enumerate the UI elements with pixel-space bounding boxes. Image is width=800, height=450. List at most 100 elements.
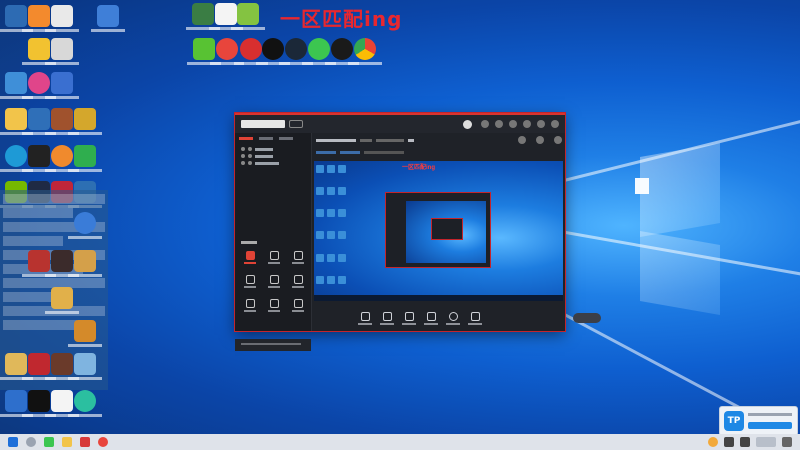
file-icon[interactable] (91, 5, 125, 32)
orange-circle-icon[interactable] (45, 145, 79, 172)
edge-icon[interactable] (0, 145, 33, 172)
preview-title-text: 一区匹配ing (402, 165, 435, 171)
game7-icon[interactable] (0, 353, 33, 380)
app-titlebar[interactable] (235, 115, 565, 133)
iqiyi-icon[interactable] (187, 38, 221, 65)
preview-area: 一区匹配ing (312, 133, 601, 331)
media-folder-icon[interactable] (0, 5, 33, 32)
headphone-icon[interactable] (68, 390, 102, 417)
document-icon[interactable] (209, 3, 243, 30)
app-taskbar-icon[interactable] (80, 437, 90, 447)
menu-icon[interactable] (509, 120, 517, 128)
tp-notification-popup[interactable]: TP (719, 406, 798, 436)
control-button[interactable] (380, 311, 394, 325)
tool-button[interactable] (239, 299, 261, 315)
close-icon[interactable] (551, 120, 559, 128)
pink-app-icon[interactable] (22, 72, 56, 99)
system-tray (708, 437, 800, 447)
pvp-icon[interactable] (45, 287, 79, 314)
tab-scene[interactable] (239, 137, 253, 140)
game3-icon[interactable] (22, 250, 56, 277)
tool-button[interactable] (263, 275, 285, 291)
speaker-button[interactable] (468, 311, 482, 325)
tool-button[interactable] (287, 299, 309, 315)
folder-icon[interactable] (0, 108, 33, 135)
share-icon[interactable] (45, 72, 79, 99)
maximize-icon[interactable] (537, 120, 545, 128)
clock[interactable] (756, 437, 776, 447)
league-icon[interactable] (68, 108, 102, 135)
weather-icon[interactable] (708, 437, 718, 447)
valorant-icon[interactable] (22, 353, 56, 380)
steam-icon[interactable] (279, 38, 313, 65)
game6-icon[interactable] (45, 353, 79, 380)
folder-taskbar-icon[interactable] (62, 437, 72, 447)
tool-button[interactable] (287, 275, 309, 291)
taskbar (0, 434, 800, 450)
pt-app-icon[interactable] (231, 3, 265, 30)
mic-button[interactable] (446, 311, 460, 325)
search-icon[interactable] (26, 437, 36, 447)
notification-icon[interactable] (782, 437, 792, 447)
qq-icon[interactable] (325, 38, 359, 65)
game-icon[interactable] (45, 108, 79, 135)
steam-alt-icon[interactable] (68, 353, 102, 380)
green-app-icon[interactable] (186, 3, 220, 30)
audio-app-icon[interactable] (22, 145, 56, 172)
room-subheader (312, 147, 565, 157)
arrow-app-icon[interactable] (22, 108, 56, 135)
netease-taskbar-icon[interactable] (98, 437, 108, 447)
network-icon[interactable] (724, 437, 734, 447)
netease-music-icon[interactable] (210, 38, 244, 65)
stream-title-text: 一区匹配ing (280, 7, 403, 31)
settings-app-icon[interactable] (0, 390, 33, 417)
cloud-app-icon[interactable] (22, 38, 56, 65)
tool-button[interactable] (263, 251, 285, 267)
windows-start-icon[interactable] (8, 437, 18, 447)
media-player-icon[interactable] (256, 38, 290, 65)
orange-app-icon[interactable] (22, 5, 56, 32)
red-app-icon[interactable] (234, 38, 268, 65)
wechat-icon[interactable] (302, 38, 336, 65)
control-button[interactable] (358, 311, 372, 325)
layout-icon[interactable] (518, 136, 526, 144)
camera-icon[interactable] (536, 136, 544, 144)
mail-icon[interactable] (481, 120, 489, 128)
game4-icon[interactable] (68, 250, 102, 277)
control-button[interactable] (424, 311, 438, 325)
gear-icon[interactable] (495, 120, 503, 128)
scene-item[interactable] (241, 147, 305, 151)
scene-item[interactable] (241, 154, 305, 158)
music-app-icon[interactable] (45, 5, 79, 32)
game5-icon[interactable] (68, 320, 102, 347)
minimize-icon[interactable] (523, 120, 531, 128)
version-badge[interactable] (289, 120, 303, 128)
avatar[interactable] (463, 119, 472, 129)
control-bar (314, 309, 607, 327)
share-icon[interactable] (554, 136, 562, 144)
tool-button[interactable] (263, 299, 285, 315)
music-red-icon[interactable] (45, 390, 79, 417)
people-icon[interactable] (45, 38, 79, 65)
capcut-icon[interactable] (22, 390, 56, 417)
game2-icon[interactable] (45, 250, 79, 277)
s-app-icon[interactable] (68, 212, 102, 239)
scene-sidebar (235, 133, 312, 351)
start-live-button[interactable] (573, 313, 601, 323)
tool-button[interactable] (239, 251, 261, 267)
preview-desktop-icons (314, 161, 352, 299)
tab-source[interactable] (259, 137, 273, 140)
tool-button[interactable] (287, 251, 309, 267)
pc-icon[interactable] (0, 72, 33, 99)
streaming-app-window[interactable]: 一区匹配ing (235, 113, 601, 351)
control-button[interactable] (402, 311, 416, 325)
tab-layout[interactable] (279, 137, 293, 140)
chrome-icon[interactable] (348, 38, 382, 65)
tool-button[interactable] (239, 275, 261, 291)
chat-icon[interactable] (68, 145, 102, 172)
volume-icon[interactable] (740, 437, 750, 447)
stream-preview[interactable]: 一区匹配ing (314, 161, 563, 301)
scene-item[interactable] (241, 161, 305, 165)
popup-action-button[interactable] (748, 422, 792, 429)
wechat-taskbar-icon[interactable] (44, 437, 54, 447)
